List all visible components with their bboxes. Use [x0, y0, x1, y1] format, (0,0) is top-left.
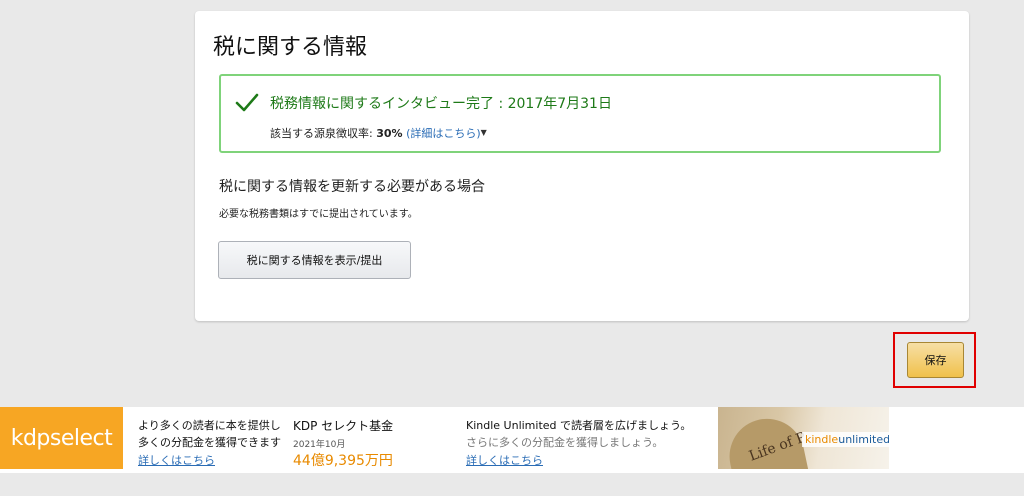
select-logo-text: select [49, 425, 113, 451]
fund-title: KDP セレクト基金 [293, 419, 394, 433]
fund-date: 2021年10月 [293, 440, 346, 450]
kindle-unlimited-promo-image[interactable]: Life of P kindleunlimited [718, 407, 889, 469]
interview-complete-box: 税務情報に関するインタビュー完了 : 2017年7月31日 該当する源泉徴収率:… [219, 74, 941, 153]
kindle-logo-text: kindle [805, 433, 839, 446]
kindle-unlimited-learn-more-link[interactable]: 詳しくはこちら [466, 454, 543, 467]
kindle-unlimited-logo: kindleunlimited [802, 432, 889, 447]
caret-down-icon[interactable]: ▼ [481, 128, 487, 137]
withholding-rate-line: 該当する源泉徴収率: 30% (詳細はこちら)▼ [270, 125, 487, 141]
tax-info-card: 税に関する情報 税務情報に関するインタビュー完了 : 2017年7月31日 該当… [195, 11, 969, 321]
check-icon [235, 93, 259, 112]
withholding-rate-label: 該当する源泉徴収率: [270, 127, 373, 140]
promo-line-1: より多くの読者に本を提供し [138, 419, 281, 432]
save-button[interactable]: 保存 [907, 342, 964, 378]
kdp-select-logo: kdp select [0, 407, 123, 469]
details-link[interactable]: (詳細はこちら) [406, 127, 481, 140]
view-submit-tax-info-button[interactable]: 税に関する情報を表示/提出 [218, 241, 411, 279]
interview-complete-title: 税務情報に関するインタビュー完了 : 2017年7月31日 [270, 96, 612, 112]
promo-banner: kdp select より多くの読者に本を提供し 多くの分配金を獲得できます 詳し… [0, 407, 1024, 473]
kindle-unlimited-subtext: さらに多くの分配金を獲得しましょう。 [466, 436, 664, 449]
update-heading: 税に関する情報を更新する必要がある場合 [219, 179, 485, 195]
page-title: 税に関する情報 [213, 35, 368, 60]
unlimited-logo-text: unlimited [838, 433, 889, 446]
promo-line-2: 多くの分配金を獲得できます [138, 436, 281, 449]
update-subtext: 必要な税務書類はすでに提出されています。 [219, 209, 418, 220]
withholding-rate-value: 30% [376, 127, 403, 140]
promo-learn-more-link[interactable]: 詳しくはこちら [138, 454, 215, 467]
kindle-unlimited-title: Kindle Unlimited で読者層を広げましょう。 [466, 419, 692, 432]
fund-amount: 44億9,395万円 [293, 453, 393, 469]
kdp-logo-text: kdp [10, 425, 51, 451]
